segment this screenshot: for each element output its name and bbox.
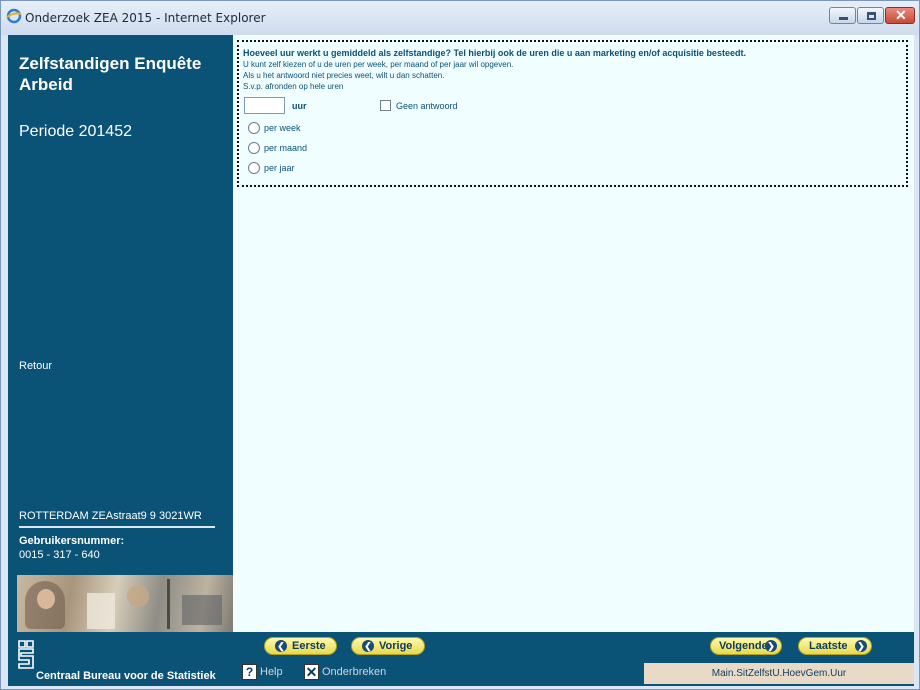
close-button[interactable]: ✕ [885,7,915,24]
navigation-bar: ❮ Eerste ❮ Vorige Volgende ❯ Laatste ❯ [233,632,914,660]
no-answer-checkbox[interactable] [380,100,391,111]
previous-button-label: Vorige [379,640,413,652]
arrow-right-icon: ❯ [765,640,777,652]
help-label: Help [260,666,283,678]
last-button-label: Laatste [809,640,848,652]
maximize-icon [867,12,876,20]
sidebar-photo [17,575,233,632]
question-id: Main.SitZelfstU.HoevGem.Uur [644,663,914,684]
footer-bar: ? Help ✕ Onderbreken Main.SitZelfstU.Hoe… [233,660,914,686]
radio-button[interactable] [248,142,260,154]
user-number-label: Gebruikersnummer: [19,535,125,547]
next-button[interactable]: Volgende ❯ [710,637,782,655]
option-label: per jaar [264,163,295,173]
option-label: per week [264,123,301,133]
minimize-icon [839,17,848,20]
radio-button[interactable] [248,122,260,134]
return-link[interactable]: Retour [19,360,52,372]
unit-label: uur [292,101,307,111]
option-label: per maand [264,143,308,153]
internet-explorer-icon [6,8,22,24]
question-panel: Hoeveel uur werkt u gemiddeld als zelfst… [237,40,908,187]
user-number-value: 0015 - 317 - 640 [19,549,100,561]
previous-button[interactable]: ❮ Vorige [351,637,425,655]
sidebar: Zelfstandigen Enquête Arbeid Periode 201… [8,35,233,686]
help-icon: ? [242,664,257,680]
title-bar: Onderzoek ZEA 2015 - Internet Explorer ✕ [1,1,919,35]
close-icon: ✕ [895,7,907,23]
interrupt-icon: ✕ [304,664,319,680]
radio-button[interactable] [248,162,260,174]
arrow-left-icon: ❮ [275,640,287,652]
next-button-label: Volgende [719,640,768,652]
browser-window: Onderzoek ZEA 2015 - Internet Explorer ✕… [0,0,920,690]
minimize-button[interactable] [829,7,856,24]
last-button[interactable]: Laatste ❯ [798,637,872,655]
question-help-line: U kunt zelf kiezen of u de uren per week… [243,60,514,69]
interrupt-label: Onderbreken [322,666,387,678]
hours-input[interactable] [244,97,285,114]
study-title: Zelfstandigen Enquête Arbeid [19,54,202,94]
question-help-line: Als u het antwoord niet precies weet, wi… [243,71,445,80]
cbs-logo-icon [18,640,34,669]
sidebar-divider [19,526,215,528]
maximize-button[interactable] [857,7,884,24]
first-button-label: Eerste [292,640,326,652]
period-label: Periode 201452 [19,123,132,140]
organization-name: Centraal Bureau voor de Statistiek [36,670,216,682]
window-title: Onderzoek ZEA 2015 - Internet Explorer [25,11,266,25]
first-button[interactable]: ❮ Eerste [264,637,337,655]
page-content: Zelfstandigen Enquête Arbeid Periode 201… [8,35,914,686]
arrow-right-icon: ❯ [855,640,867,652]
respondent-address: ROTTERDAM ZEAstraat9 9 3021WR [19,510,202,522]
question-text: Hoeveel uur werkt u gemiddeld als zelfst… [243,48,746,58]
question-help-line: S.v.p. afronden op hele uren [243,82,344,91]
arrow-left-icon: ❮ [362,640,374,652]
no-answer-label[interactable]: Geen antwoord [396,101,458,111]
